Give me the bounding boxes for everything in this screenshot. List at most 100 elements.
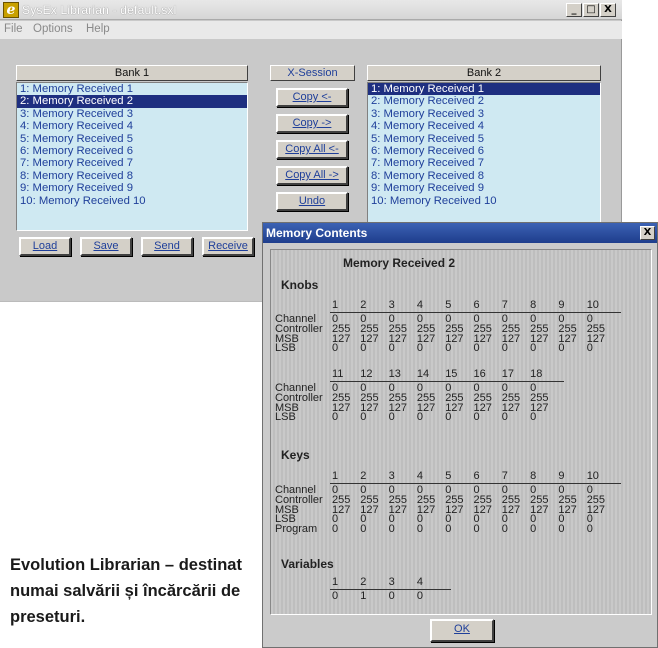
table-cell: 0	[558, 342, 565, 355]
bank2-list-item[interactable]: 4: Memory Received 4	[368, 120, 600, 132]
table-cell: 0	[473, 411, 480, 424]
window-title: SysEx Librarian - default.sxl	[22, 3, 177, 17]
table-cell: 0	[388, 590, 395, 602]
close-button[interactable]: X	[600, 3, 616, 17]
column-header: 15	[445, 368, 458, 380]
copy-all-right-button[interactable]: Copy All ->	[276, 166, 348, 185]
column-header: 16	[473, 368, 486, 380]
bank1-list-item[interactable]: 3: Memory Received 3	[17, 108, 247, 120]
column-header: 4	[416, 470, 424, 482]
table-cell: 0	[360, 342, 367, 355]
bank1-list-item[interactable]: 2: Memory Received 2	[17, 95, 247, 108]
maximize-button[interactable]: □	[583, 3, 599, 17]
column-header: 11	[332, 368, 344, 380]
send-button[interactable]: Send	[141, 237, 193, 256]
bank2-list-item[interactable]: 10: Memory Received 10	[368, 195, 600, 207]
column-header: 12	[360, 368, 373, 380]
row-label: Program	[275, 523, 318, 536]
table-cell: 0	[388, 523, 395, 536]
copy-all-left-button[interactable]: Copy All <-	[276, 140, 348, 159]
column-header: 4	[416, 576, 424, 588]
column-header: 17	[501, 368, 515, 380]
table-cell: 0	[586, 523, 593, 536]
column-header: 7	[501, 470, 508, 482]
bank1-list-item[interactable]: 8: Memory Received 8	[17, 170, 247, 182]
dialog-title[interactable]: Memory Contents	[263, 223, 657, 243]
bank1-list[interactable]: 1: Memory Received 1 2: Memory Received 2…	[16, 82, 248, 231]
column-header: 10	[586, 299, 599, 311]
bank1-list-item[interactable]: 4: Memory Received 4	[17, 120, 247, 132]
bank2-list-item[interactable]: 1: Memory Received 1	[368, 83, 600, 96]
column-header: 6	[473, 470, 480, 482]
table-cell: 0	[360, 411, 367, 424]
section-heading: Variables	[281, 557, 334, 571]
bank2-list-item[interactable]: 7: Memory Received 7	[368, 157, 600, 169]
menu-options[interactable]: Options	[33, 23, 73, 35]
column-header: 1	[332, 299, 339, 311]
column-header: 3	[388, 576, 395, 588]
bank2-list-item[interactable]: 9: Memory Received 9	[368, 182, 600, 194]
column-header: 8	[530, 299, 537, 311]
ok-button[interactable]: OK	[430, 619, 494, 642]
bank1-header[interactable]: Bank 1	[16, 65, 248, 81]
table-cell: 0	[416, 342, 424, 355]
table-cell: 0	[416, 523, 424, 536]
xsession-header[interactable]: X-Session	[270, 65, 355, 81]
memory-name: Memory Received 2	[343, 256, 456, 270]
bank1-list-item[interactable]: 9: Memory Received 9	[17, 182, 247, 194]
minimize-button[interactable]: _	[566, 3, 582, 17]
column-header: 2	[360, 470, 367, 482]
copy-right-button[interactable]: Copy ->	[276, 114, 348, 133]
copy-left-button[interactable]: Copy <-	[276, 88, 348, 107]
table-cell: 0	[530, 342, 537, 355]
column-header: 5	[445, 470, 452, 482]
table-cell: 0	[416, 411, 424, 424]
bank1-list-item[interactable]: 6: Memory Received 6	[17, 145, 247, 157]
bank2-list[interactable]: 1: Memory Received 1 2: Memory Received 2…	[367, 82, 601, 231]
table-cell: 0	[388, 411, 395, 424]
menu-help[interactable]: Help	[86, 23, 110, 35]
bank2-list-item[interactable]: 3: Memory Received 3	[368, 108, 600, 120]
undo-button[interactable]: Undo	[276, 192, 348, 211]
figure-caption: Evolution Librarian – destinat numai sal…	[10, 556, 242, 626]
receive-button[interactable]: Receive	[202, 237, 254, 256]
table-cell: 0	[332, 342, 339, 355]
bank2-list-item[interactable]: 2: Memory Received 2	[368, 95, 600, 107]
table-cell: 0	[445, 411, 452, 424]
bank1-list-item[interactable]: 7: Memory Received 7	[17, 157, 247, 169]
bank2-list-item[interactable]: 6: Memory Received 6	[368, 145, 600, 157]
column-header: 3	[388, 299, 395, 311]
section-heading: Knobs	[281, 278, 319, 292]
table-cell: 0	[501, 411, 508, 424]
column-header: 7	[501, 299, 508, 311]
column-header: 5	[445, 299, 452, 311]
table-cell: 0	[586, 342, 593, 355]
bank2-list-item[interactable]: 5: Memory Received 5	[368, 133, 600, 145]
app-logo-icon: e	[3, 2, 19, 18]
table-cell: 0	[360, 523, 367, 536]
column-header: 10	[586, 470, 599, 482]
column-header: 9	[558, 470, 565, 482]
table-cell: 0	[473, 342, 480, 355]
table-cell: 1	[360, 590, 367, 602]
bank2-list-item[interactable]: 8: Memory Received 8	[368, 170, 600, 182]
bank1-list-item[interactable]: 1: Memory Received 1	[17, 83, 247, 95]
bank1-list-item[interactable]: 5: Memory Received 5	[17, 133, 247, 145]
bank2-header[interactable]: Bank 2	[367, 65, 601, 81]
table-cell: 0	[388, 342, 395, 355]
table-cell: 0	[501, 523, 508, 536]
save-button[interactable]: Save	[80, 237, 132, 256]
bank1-list-item[interactable]: 10: Memory Received 10	[17, 195, 247, 207]
table-cell: 0	[530, 523, 537, 536]
column-header: 6	[473, 299, 480, 311]
table-cell: 0	[332, 590, 339, 602]
title-bar[interactable]: e SysEx Librarian - default.sxl _ □ X	[0, 0, 622, 20]
load-button[interactable]: Load	[19, 237, 71, 256]
table-cell: 0	[332, 523, 339, 536]
table-cell: 0	[332, 411, 339, 424]
menu-file[interactable]: File	[4, 23, 23, 35]
column-header: 13	[388, 368, 401, 380]
dialog-close-button[interactable]: X	[640, 226, 655, 240]
column-header: 2	[360, 576, 367, 588]
row-label: LSB	[275, 411, 296, 424]
